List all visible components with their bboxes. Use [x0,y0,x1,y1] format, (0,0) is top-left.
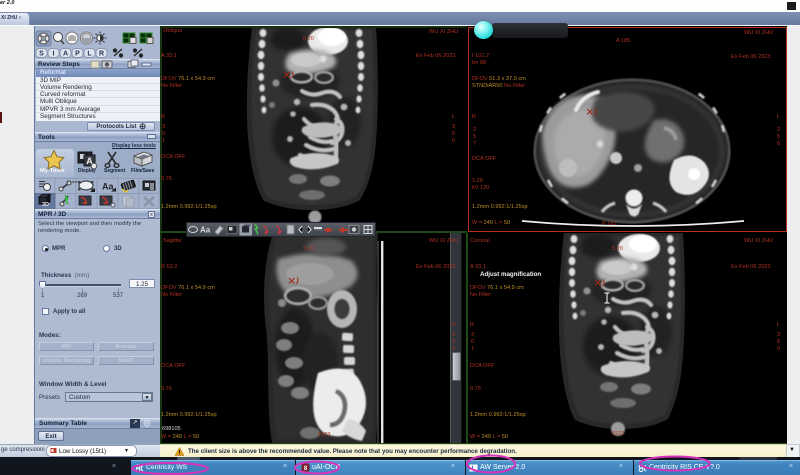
svg-text:Aa: Aa [200,226,211,235]
svg-text:L Line: L Line [67,179,79,184]
svg-text:P: P [75,51,80,58]
svg-text:Aa: Aa [102,182,114,192]
svg-text:S: S [39,51,44,58]
svg-text:L: L [87,51,92,58]
svg-text:A: A [63,51,68,58]
svg-text:R: R [99,51,104,58]
svg-text:I: I [53,51,55,58]
svg-text:3D: 3D [42,202,49,208]
